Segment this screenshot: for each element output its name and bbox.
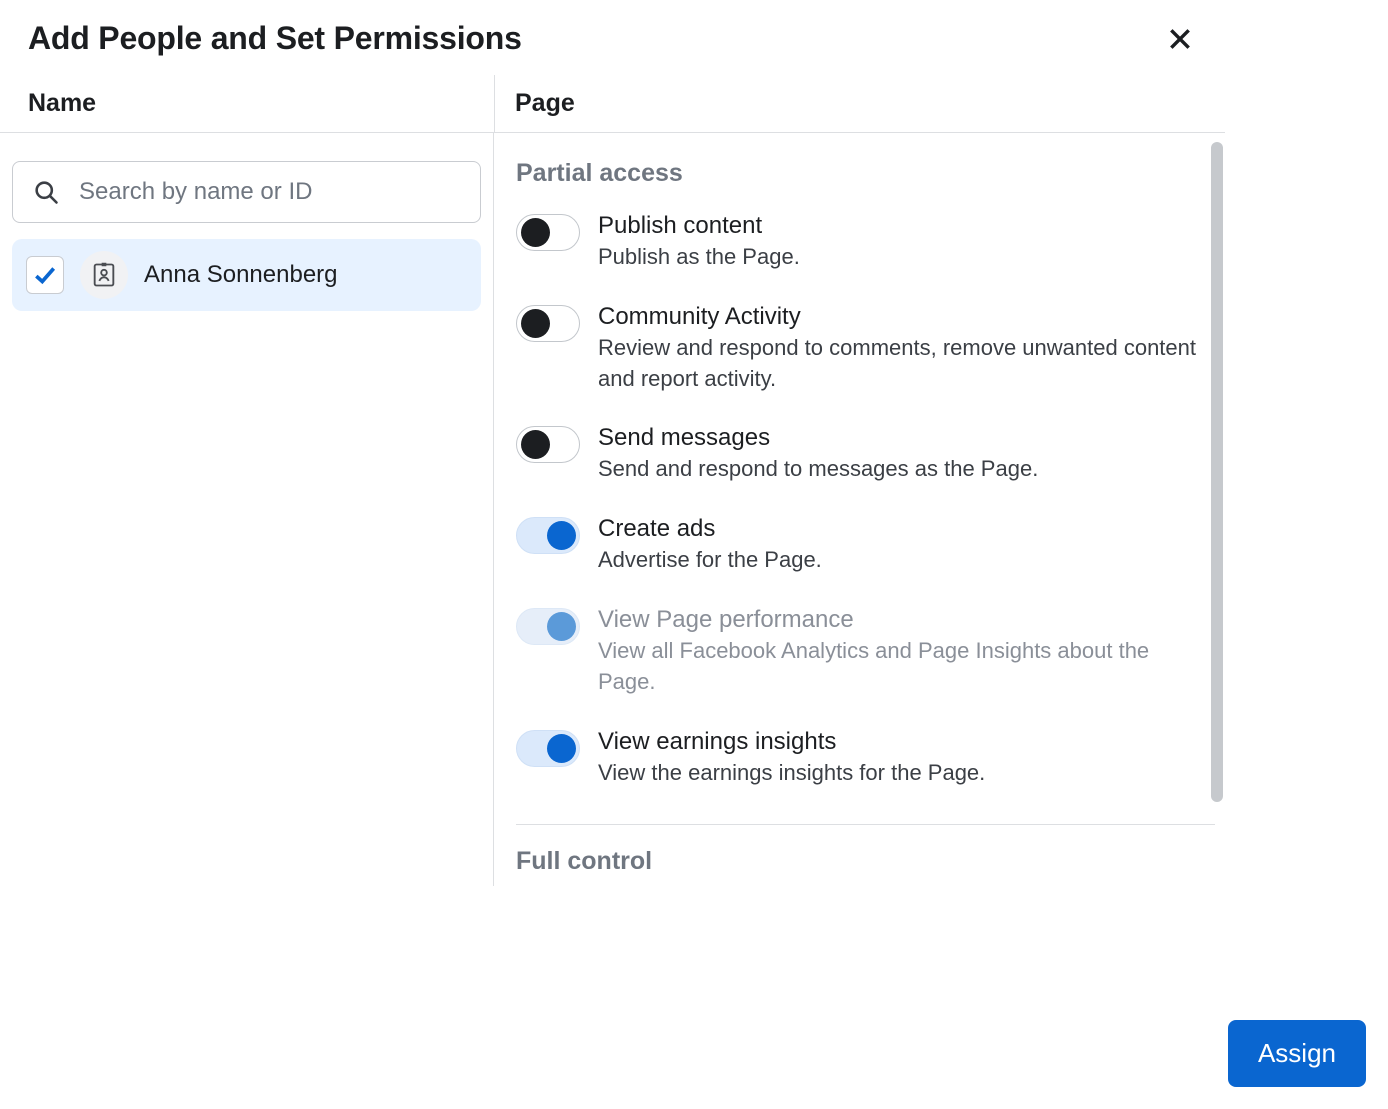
toggle-publish[interactable] xyxy=(516,214,580,251)
perm-title: Community Activity xyxy=(598,303,1207,331)
dialog-header: Add People and Set Permissions xyxy=(0,0,1225,75)
dialog-title: Add People and Set Permissions xyxy=(28,20,522,57)
perm-title: View earnings insights xyxy=(598,728,1207,756)
perm-desc: View the earnings insights for the Page. xyxy=(598,758,1207,789)
perm-title: Create ads xyxy=(598,515,1207,543)
toggle-earnings[interactable] xyxy=(516,730,580,767)
person-row[interactable]: Anna Sonnenberg xyxy=(12,239,481,311)
close-button[interactable] xyxy=(1163,22,1197,56)
perm-title: View Page performance xyxy=(598,606,1207,634)
name-header: Name xyxy=(0,75,494,132)
permissions-panel[interactable]: Partial access Publish content Publish a… xyxy=(494,133,1225,886)
toggle-performance[interactable] xyxy=(516,608,580,645)
toggle-community[interactable] xyxy=(516,305,580,342)
perm-desc: Publish as the Page. xyxy=(598,242,1207,273)
perm-community: Community Activity Review and respond to… xyxy=(516,295,1215,417)
search-icon xyxy=(32,178,60,206)
search-input[interactable] xyxy=(12,161,481,223)
perm-desc: Review and respond to comments, remove u… xyxy=(598,333,1207,395)
person-checkbox[interactable] xyxy=(26,256,64,294)
toggle-messages[interactable] xyxy=(516,426,580,463)
perm-performance: View Page performance View all Facebook … xyxy=(516,598,1215,720)
section-title-full: Full control xyxy=(516,847,1215,876)
section-title-partial: Partial access xyxy=(516,159,1215,188)
perm-earnings: View earnings insights View the earnings… xyxy=(516,720,1215,811)
perm-title: Publish content xyxy=(598,212,1207,240)
id-badge-icon xyxy=(90,261,118,289)
perm-messages: Send messages Send and respond to messag… xyxy=(516,416,1215,507)
assign-button[interactable]: Assign xyxy=(1228,1020,1366,1087)
avatar xyxy=(80,251,128,299)
perm-desc: View all Facebook Analytics and Page Ins… xyxy=(598,636,1207,698)
perm-ads: Create ads Advertise for the Page. xyxy=(516,507,1215,598)
page-header: Page xyxy=(494,75,1225,132)
perm-desc: Advertise for the Page. xyxy=(598,545,1207,576)
perm-title: Send messages xyxy=(598,424,1207,452)
close-icon xyxy=(1167,26,1193,52)
column-headers: Name Page xyxy=(0,75,1225,133)
person-name: Anna Sonnenberg xyxy=(144,261,338,289)
permissions-dialog: Add People and Set Permissions Name Page xyxy=(0,0,1225,885)
perm-publish: Publish content Publish as the Page. xyxy=(516,204,1215,295)
dialog-body: Anna Sonnenberg Partial access Publish c… xyxy=(0,133,1225,886)
check-icon xyxy=(32,262,58,288)
people-panel: Anna Sonnenberg xyxy=(0,133,494,886)
perm-desc: Send and respond to messages as the Page… xyxy=(598,454,1207,485)
section-divider xyxy=(516,824,1215,825)
search-wrap xyxy=(12,161,481,223)
scrollbar-thumb[interactable] xyxy=(1211,142,1223,802)
toggle-ads[interactable] xyxy=(516,517,580,554)
